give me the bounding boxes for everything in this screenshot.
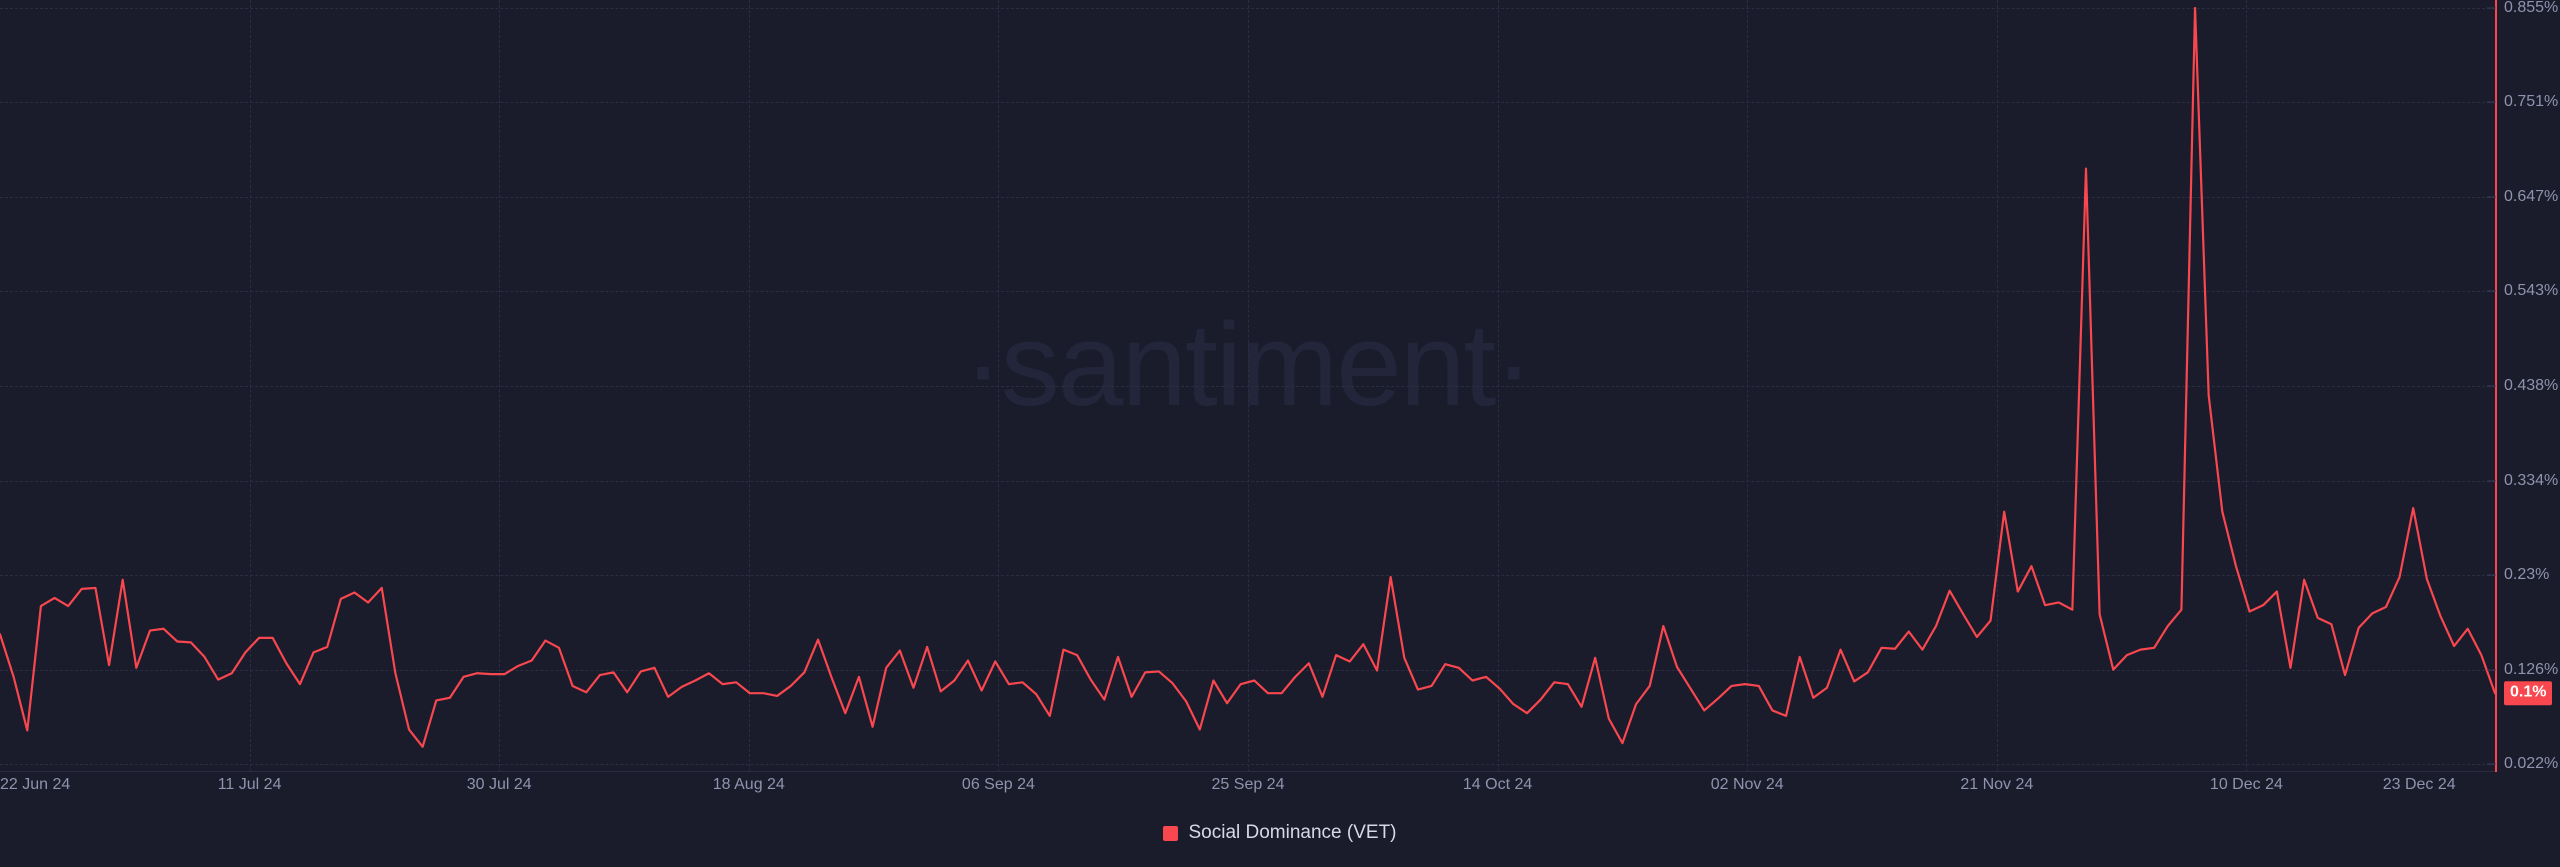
y-axis-tick-mark — [2487, 574, 2496, 576]
y-axis-tick-label: 0.23% — [2504, 566, 2550, 584]
x-axis: 22 Jun 24 11 Jul 24 30 Jul 24 18 Aug 24 06 S… — [0, 776, 2560, 806]
y-axis-tick-mark — [2487, 763, 2496, 765]
y-axis-tick-mark — [2487, 480, 2496, 482]
x-axis-tick-label: 06 Sep 24 — [961, 776, 1035, 793]
y-axis-tick-label: 0.647% — [2504, 187, 2559, 205]
current-value-badge: 0.1% — [2504, 681, 2553, 705]
x-axis-tick-label: 18 Aug 24 — [712, 776, 785, 793]
chart-root: ·santiment· 0.855% 0.751% 0.647% 0.543% 0.43… — [0, 0, 2560, 867]
y-axis-tick-marks — [2486, 0, 2496, 772]
x-axis-tick-label: 10 Dec 24 — [2209, 776, 2283, 793]
y-axis: 0.855% 0.751% 0.647% 0.543% 0.438% 0.334% 0.23… — [2504, 0, 2560, 772]
y-axis-tick-mark — [2487, 7, 2496, 9]
x-axis-tick-label: 21 Nov 24 — [1960, 776, 2034, 793]
chart-legend: Social Dominance (VET) — [0, 822, 2560, 844]
y-axis-tick-label: 0.438% — [2504, 377, 2559, 395]
y-axis-tick-label: 0.126% — [2504, 660, 2559, 678]
series-line-chart — [0, 6, 2495, 748]
y-axis-tick-label: 0.543% — [2504, 282, 2559, 300]
y-axis-tick-mark — [2487, 669, 2496, 671]
y-axis-tick-label: 0.751% — [2504, 93, 2559, 111]
legend-swatch-social-dominance-vet — [1163, 825, 1179, 841]
y-axis-tick-mark — [2487, 290, 2496, 292]
x-axis-tick-label: 30 Jul 24 — [466, 776, 532, 793]
x-axis-tick-label: 14 Oct 24 — [1462, 776, 1533, 793]
y-axis-tick-label: 0.334% — [2504, 471, 2559, 489]
y-axis-tick-label: 0.022% — [2504, 755, 2559, 772]
plot-area: ·santiment· — [0, 0, 2495, 772]
x-axis-tick-label: 02 Nov 24 — [1710, 776, 1784, 793]
series-line-social-dominance-vet — [0, 6, 2495, 748]
y-axis-tick-mark — [2487, 101, 2496, 103]
x-axis-tick-label: 22 Jun 24 — [0, 776, 71, 793]
y-axis-tick-label: 0.855% — [2504, 0, 2559, 16]
legend-label-social-dominance-vet: Social Dominance (VET) — [1188, 822, 1397, 843]
y-axis-tick-mark — [2487, 196, 2496, 198]
x-axis-tick-label: 25 Sep 24 — [1211, 776, 1285, 793]
x-axis-tick-label: 11 Jul 24 — [217, 776, 282, 793]
x-axis-tick-label: 23 Dec 24 — [2382, 776, 2456, 793]
y-axis-tick-mark — [2487, 385, 2496, 387]
